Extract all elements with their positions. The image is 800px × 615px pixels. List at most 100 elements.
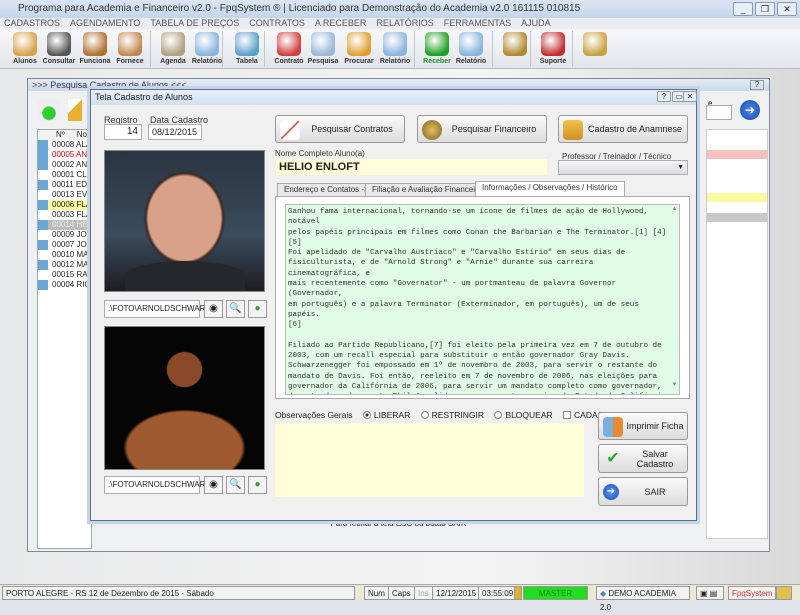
magnifier-icon[interactable]: 🔍 xyxy=(226,476,245,494)
toolbar-button-receber[interactable]: Receber xyxy=(420,29,454,69)
toolbar-button-pesquisa[interactable]: Pesquisa xyxy=(306,29,340,69)
minimize-button[interactable]: _ xyxy=(733,2,753,16)
table-row[interactable]: 00007 JOÃO xyxy=(38,240,91,250)
toolbar-label: Tabela xyxy=(236,58,258,65)
menu-item-a-receber[interactable]: A RECEBER xyxy=(315,18,367,28)
status-time: 03:55:09 xyxy=(478,586,518,600)
row-name: FLAV xyxy=(76,210,91,219)
print-form-icon xyxy=(603,417,623,437)
webcam-icon[interactable]: ◉ xyxy=(204,476,223,494)
toolbar-button-alunos[interactable]: Alunos xyxy=(8,29,42,69)
load-photo-icon[interactable]: ● xyxy=(248,300,267,318)
table-row[interactable]: 00015 RAQI xyxy=(38,270,91,280)
magnifier-icon[interactable]: 🔍 xyxy=(226,300,245,318)
button-label: Pesquisar Financeiro xyxy=(451,124,537,134)
tab-endereco[interactable]: Endereço e Contatos -> xyxy=(277,183,376,196)
toolbar-button-coins[interactable] xyxy=(498,29,532,69)
menu-item-relat-rios[interactable]: RELATÓRIOS xyxy=(376,18,433,28)
menu-item-cadastros[interactable]: CADASTROS xyxy=(4,18,60,28)
pesquisar-contratos-button[interactable]: Pesquisar Contratos xyxy=(275,115,405,143)
table-row[interactable]: 00004 RICA xyxy=(38,280,91,290)
support-icon xyxy=(541,32,565,56)
load-photo-icon[interactable]: ● xyxy=(248,476,267,494)
student-photo-1[interactable] xyxy=(104,150,265,292)
radio-restringir[interactable]: RESTRINGIR xyxy=(420,410,484,420)
coins-icon xyxy=(422,120,442,140)
printer-icon xyxy=(383,32,407,56)
sair-button[interactable]: ➔ SAIR xyxy=(598,477,688,506)
search-input[interactable] xyxy=(706,105,732,120)
dialog-close-button[interactable]: ✕ xyxy=(683,91,697,102)
registro-field[interactable]: 14 xyxy=(104,124,142,140)
row-num: 00001 xyxy=(52,170,75,179)
table-row[interactable]: 00008 ALAN xyxy=(38,140,91,150)
toolbar-label: Suporte xyxy=(539,58,567,65)
table-row[interactable]: 00013 EVER xyxy=(38,190,91,200)
toolbar-button-contrato[interactable]: Contrato xyxy=(272,29,306,69)
help-button[interactable]: ? xyxy=(750,80,764,90)
students-list[interactable]: NºNom 00008 ALAN00005 ANAI00002 ANGI0000… xyxy=(37,129,92,549)
nome-field[interactable]: HELIO ENLOFT xyxy=(275,158,548,176)
list-header: Nº Nom xyxy=(38,130,91,140)
photo2-path-field[interactable]: .\FOTO\ARNOLDSCHWARZ xyxy=(104,476,210,494)
toolbar-button-consultar[interactable]: Consultar xyxy=(42,29,76,69)
table-row[interactable]: 00014 HELI xyxy=(38,220,91,230)
toolbar-separator xyxy=(572,31,573,67)
table-row[interactable]: 00009 JOSE xyxy=(38,230,91,240)
professor-select[interactable]: ▼ xyxy=(558,160,688,175)
row-name: JOSE xyxy=(76,230,91,239)
radio-bloquear[interactable]: BLOQUEAR xyxy=(494,410,553,420)
menu-item-agendamento[interactable]: AGENDAMENTO xyxy=(70,18,140,28)
toolbar-button-agenda[interactable]: Agenda xyxy=(156,29,190,69)
menu-item-ferramentas[interactable]: FERRAMENTAS xyxy=(444,18,511,28)
row-num: 00014 xyxy=(52,220,75,229)
button-label: Salvar Cadastro xyxy=(636,448,674,469)
toolbar-button-relatório[interactable]: Relatório xyxy=(190,29,224,69)
table-row[interactable]: 00005 ANAI xyxy=(38,150,91,160)
tab-informacoes[interactable]: Informações / Observações / Histórico xyxy=(475,181,625,196)
cadastro-anamnese-button[interactable]: Cadastro de Anamnese xyxy=(558,115,688,143)
toolbar-button-exit-door[interactable] xyxy=(578,29,612,69)
edit-icon[interactable] xyxy=(68,99,82,121)
photo1-path-field[interactable]: .\FOTO\ARNOLDSCHWARZ xyxy=(104,300,210,318)
menu-item-contratos[interactable]: CONTRATOS xyxy=(249,18,305,28)
radio-label: BLOQUEAR xyxy=(505,410,553,420)
menu-item-ajuda[interactable]: AJUDA xyxy=(521,18,551,28)
toolbar-button-funciona[interactable]: Funciona xyxy=(78,29,112,69)
num-indicator: Num xyxy=(364,586,389,600)
data-cadastro-field[interactable]: 08/12/2015 xyxy=(148,124,202,140)
toolbar-button-fornece[interactable]: Fornece xyxy=(113,29,147,69)
table-row[interactable]: 00010 MAIR xyxy=(38,250,91,260)
dialog-help-button[interactable]: ? xyxy=(657,91,671,102)
table-row[interactable]: 00002 ANGI xyxy=(38,160,91,170)
table-row[interactable]: 00001 CLIEI xyxy=(38,170,91,180)
toolbar-button-relatório[interactable]: Relatório xyxy=(378,29,412,69)
table-row[interactable]: 00012 MATI xyxy=(38,260,91,270)
radio-liberar[interactable]: LIBERAR xyxy=(362,410,411,420)
memo-scrollbar[interactable]: ▲ ▼ xyxy=(670,206,679,393)
title-bar: Programa para Academia e Financeiro v2.0… xyxy=(0,0,800,18)
historico-textarea[interactable]: Ganhou fama internacional, tornando-se u… xyxy=(285,204,680,395)
table-row[interactable]: 00003 FLAV xyxy=(38,210,91,220)
restore-button[interactable]: ❐ xyxy=(755,2,775,16)
menu-item-tabela-de-pre-os[interactable]: TABELA DE PREÇOS xyxy=(150,18,239,28)
table-row[interactable]: 00006 FLAV xyxy=(38,200,91,210)
add-new-icon[interactable] xyxy=(38,99,60,121)
webcam-icon[interactable]: ◉ xyxy=(204,300,223,318)
salvar-cadastro-button[interactable]: ✔ Salvar Cadastro xyxy=(598,444,688,473)
toolbar-button-tabela[interactable]: Tabela xyxy=(230,29,264,69)
observacoes-textarea[interactable] xyxy=(275,423,584,497)
toolbar-button-relatório[interactable]: Relatório xyxy=(454,29,488,69)
user-name: MASTER xyxy=(523,586,588,600)
close-button[interactable]: ✕ xyxy=(777,2,797,16)
toolbar-label: Relatório xyxy=(191,58,223,65)
table-row[interactable]: 00011 EDUA xyxy=(38,180,91,190)
imprimir-ficha-button[interactable]: Imprimir Ficha xyxy=(598,412,688,440)
go-arrow-icon[interactable]: ➔ xyxy=(740,100,760,120)
button-label: Pesquisar Contratos xyxy=(311,124,393,134)
student-photo-2[interactable] xyxy=(104,326,265,470)
toolbar-button-suporte[interactable]: Suporte xyxy=(536,29,570,69)
pesquisar-financeiro-button[interactable]: Pesquisar Financeiro xyxy=(417,115,547,143)
toolbar-button-procurar[interactable]: Procurar xyxy=(342,29,376,69)
radio-label: LIBERAR xyxy=(373,410,411,420)
